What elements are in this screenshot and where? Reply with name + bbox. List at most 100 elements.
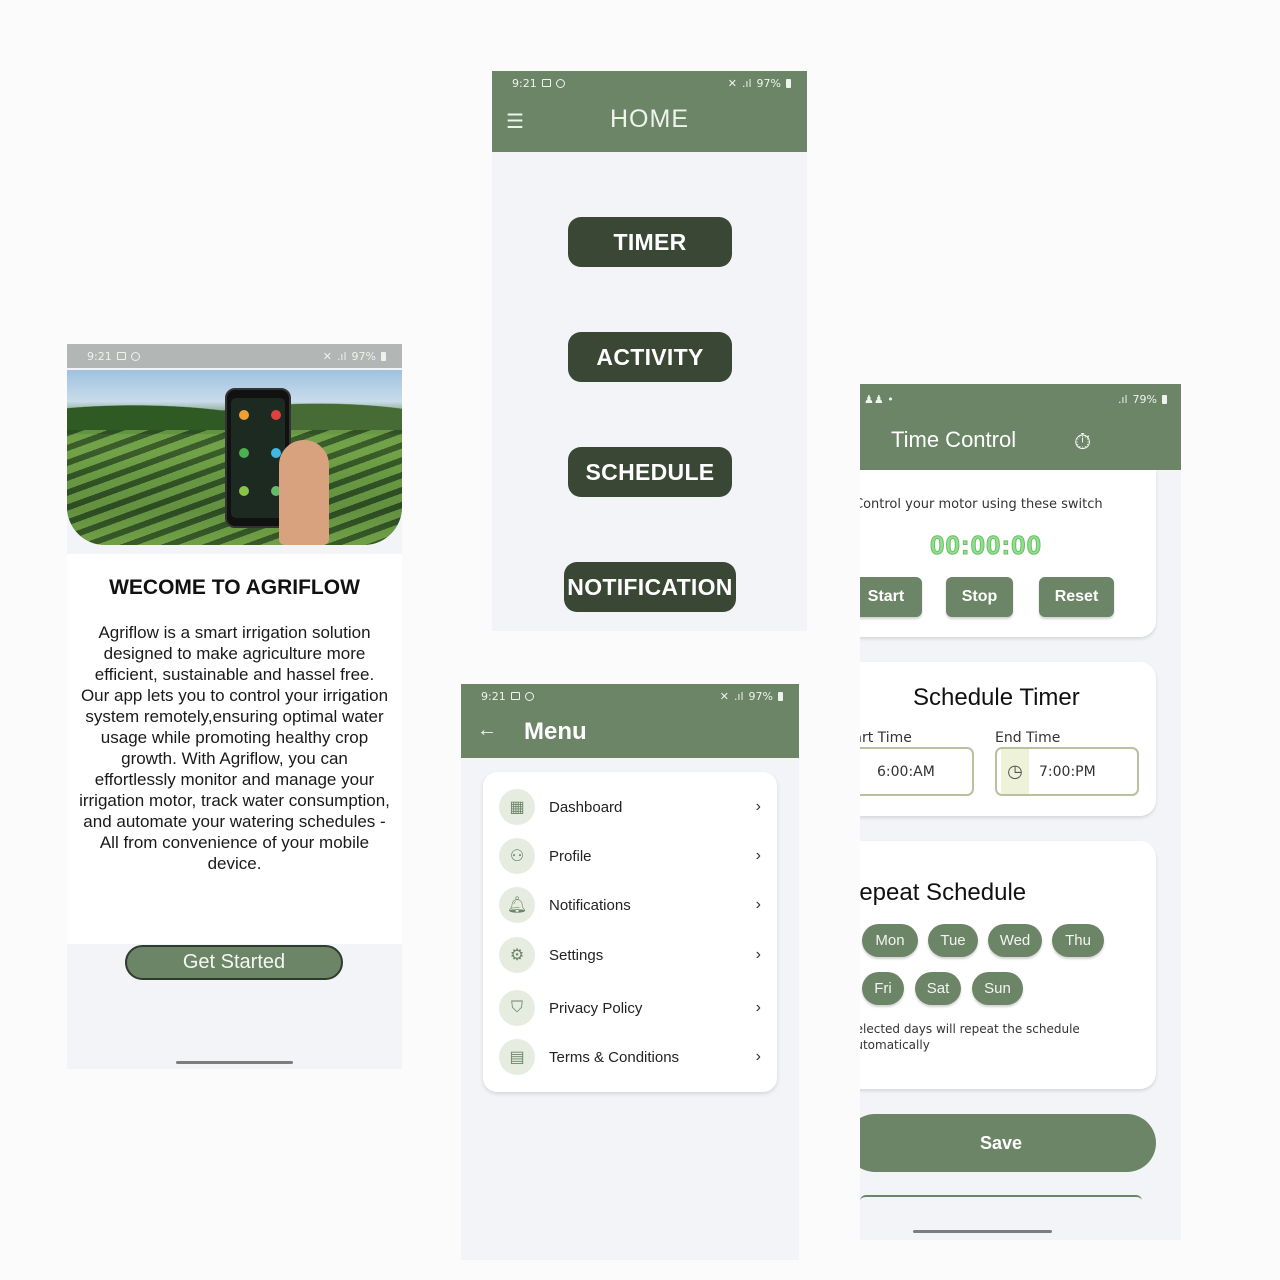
battery-icon: [1162, 394, 1167, 404]
menu-item-notifications[interactable]: 🔔︎ Notifications ›: [499, 885, 761, 925]
document-icon: ▤: [499, 1039, 535, 1075]
battery-icon: [778, 691, 783, 701]
welcome-content: WECOME TO AGRIFLOW Agriflow is a smart i…: [67, 554, 402, 944]
stopwatch-icon: ⏱︎: [1074, 429, 1092, 454]
chevron-right-icon: ›: [755, 798, 761, 815]
day-chip-fri[interactable]: Fri: [862, 972, 904, 1005]
battery-level: 79%: [1132, 392, 1157, 406]
day-chip-thu[interactable]: Thu: [1052, 924, 1104, 957]
stop-button[interactable]: Stop: [946, 577, 1013, 617]
control-hint: Control your motor using these switch: [860, 497, 1103, 512]
menu-item-label: Dashboard: [549, 798, 623, 816]
signal-icon: .ıl: [741, 76, 752, 90]
battery-level: 97%: [748, 689, 773, 703]
end-time-field[interactable]: ◷ 7:00:PM: [995, 747, 1139, 796]
hand-illustration: [279, 440, 329, 545]
menu-item-profile[interactable]: ⚇ Profile ›: [499, 836, 761, 876]
page-title: HOME: [610, 105, 689, 133]
notification-icons: ♟♟ •: [864, 392, 894, 406]
notification-button[interactable]: NOTIFICATION: [564, 562, 736, 612]
chevron-right-icon: ›: [755, 896, 761, 913]
page-title: Menu: [524, 718, 587, 745]
app-bar: ← Menu: [461, 708, 799, 758]
start-time-field[interactable]: 6:00:AM: [860, 747, 974, 796]
sync-icon: [524, 691, 534, 701]
app-bar: Time Control ⏱︎: [860, 414, 1181, 470]
save-button[interactable]: Save: [860, 1114, 1156, 1172]
gallery-icon: [116, 352, 126, 360]
chevron-right-icon: ›: [755, 847, 761, 864]
signal-icon: .ıl: [733, 689, 744, 703]
status-bar: 9:21 ✕ .ıl 97%: [461, 684, 799, 708]
menu-item-dashboard[interactable]: ▦ Dashboard ›: [499, 787, 761, 827]
next-card-edge: [860, 1195, 1142, 1201]
welcome-title: WECOME TO AGRIFLOW: [109, 576, 360, 599]
home-indicator: [913, 1230, 1052, 1233]
signal-icon: .ıl: [1117, 392, 1128, 406]
start-time-value: 6:00:AM: [877, 763, 935, 780]
grid-icon: ▦: [499, 789, 535, 825]
clock-icon: ◷: [1001, 749, 1029, 794]
activity-button[interactable]: ACTIVITY: [568, 332, 732, 382]
status-bar: 9:21 ✕ .ıl 97%: [67, 344, 402, 368]
menu-item-label: Terms & Conditions: [549, 1048, 680, 1066]
shield-icon: ⛉: [499, 990, 535, 1026]
mute-icon: ✕: [322, 349, 332, 363]
status-time: 9:21: [481, 689, 506, 703]
repeat-schedule-title: Repeat Schedule: [860, 879, 1027, 906]
sync-icon: [555, 78, 565, 88]
end-time-value: 7:00:PM: [1039, 763, 1096, 780]
menu-card: ▦ Dashboard › ⚇ Profile › 🔔︎ Notificatio…: [483, 772, 777, 1092]
status-bar: ♟♟ • .ıl 79%: [860, 384, 1181, 414]
gallery-icon: [510, 692, 520, 700]
end-time-label: End Time: [995, 730, 1061, 746]
menu-item-label: Profile: [549, 847, 592, 865]
welcome-description: Agriflow is a smart irrigation solution …: [79, 623, 390, 873]
day-chip-sun[interactable]: Sun: [972, 972, 1023, 1005]
gallery-icon: [541, 79, 551, 87]
battery-icon: [786, 78, 791, 88]
schedule-timer-title: Schedule Timer: [913, 684, 1080, 711]
day-chip-wed[interactable]: Wed: [988, 924, 1042, 957]
app-bar: ☰ HOME: [492, 95, 807, 152]
home-screen: 9:21 ✕ .ıl 97% ☰ HOME TIMER ACTIVITY SCHED…: [492, 71, 807, 631]
chevron-right-icon: ›: [755, 999, 761, 1016]
day-chip-mon[interactable]: Mon: [862, 924, 918, 957]
chevron-right-icon: ›: [755, 946, 761, 963]
status-time: 9:21: [87, 349, 112, 363]
timer-display: 00:00:00: [929, 530, 1043, 561]
menu-item-settings[interactable]: ⚙ Settings ›: [499, 935, 761, 975]
day-chip-tue[interactable]: Tue: [928, 924, 978, 957]
schedule-button[interactable]: SCHEDULE: [568, 447, 732, 497]
start-button[interactable]: Start: [860, 577, 922, 617]
back-arrow-icon[interactable]: ←: [477, 719, 497, 742]
day-chip-sat[interactable]: Sat: [915, 972, 961, 1005]
menu-item-terms[interactable]: ▤ Terms & Conditions ›: [499, 1037, 761, 1077]
reset-button[interactable]: Reset: [1039, 577, 1114, 617]
mute-icon: ✕: [719, 689, 729, 703]
signal-icon: .ıl: [336, 349, 347, 363]
status-bar: 9:21 ✕ .ıl 97%: [492, 71, 807, 95]
gear-icon: ⚙: [499, 937, 535, 973]
menu-item-label: Notifications: [549, 896, 631, 914]
battery-level: 97%: [756, 76, 781, 90]
menu-item-label: Privacy Policy: [549, 999, 643, 1017]
battery-level: 97%: [351, 349, 376, 363]
person-icon: ⚇: [499, 838, 535, 874]
start-time-label: Start Time: [860, 730, 912, 746]
mute-icon: ✕: [727, 76, 737, 90]
hero-image: [67, 370, 402, 545]
status-time: 9:21: [512, 76, 537, 90]
sync-icon: [130, 351, 140, 361]
timer-button[interactable]: TIMER: [568, 217, 732, 267]
page-title: Time Control: [891, 427, 1017, 452]
chevron-right-icon: ›: [755, 1048, 761, 1065]
menu-item-privacy-policy[interactable]: ⛉ Privacy Policy ›: [499, 988, 761, 1028]
get-started-button[interactable]: Get Started: [125, 945, 343, 980]
home-indicator: [176, 1061, 293, 1064]
time-control-screen: ♟♟ • .ıl 79% Time Control ⏱︎ Control your…: [860, 384, 1181, 1240]
battery-icon: [381, 351, 386, 361]
repeat-note: Selected days will repeat the schedule a…: [860, 1022, 1080, 1052]
bell-icon: 🔔︎: [499, 887, 535, 923]
menu-item-label: Settings: [549, 946, 604, 964]
